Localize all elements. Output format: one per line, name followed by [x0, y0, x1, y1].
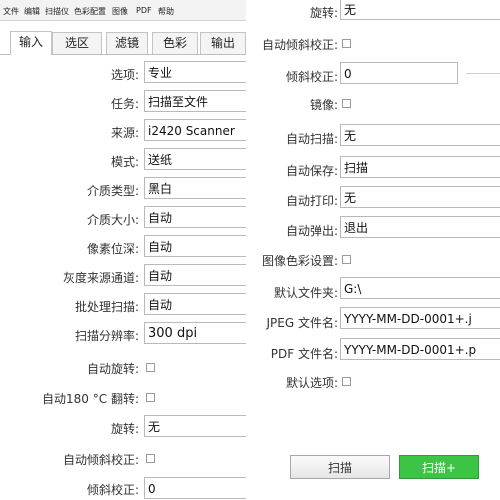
auto-deskew-label-2: 自动倾斜校正:: [261, 38, 338, 52]
rotate-select-2[interactable]: 无: [340, 0, 500, 20]
deskew-input[interactable]: 0: [144, 477, 246, 499]
image-color-label: 图像色彩设置:: [261, 254, 338, 268]
option-select[interactable]: 专业: [144, 61, 246, 83]
pdf-filename-input[interactable]: YYYY-MM-DD-0001+.p: [340, 338, 500, 360]
panel-divider: [246, 0, 254, 500]
auto-scan-select[interactable]: 无: [340, 124, 500, 146]
menu-pdf[interactable]: PDF: [136, 6, 152, 15]
task-label: 任务:: [110, 97, 139, 111]
mirror-checkbox[interactable]: [342, 99, 351, 108]
scan-plus-button[interactable]: 扫描+: [399, 455, 479, 479]
source-label: 来源:: [110, 126, 139, 140]
auto-save-select[interactable]: 扫描: [340, 156, 500, 178]
mode-select[interactable]: 送纸: [144, 148, 246, 170]
jpeg-filename-label: JPEG 文件名:: [266, 316, 338, 330]
auto-rotate-label: 自动旋转:: [86, 362, 139, 376]
auto-eject-label: 自动弹出:: [285, 224, 338, 238]
bit-depth-select[interactable]: 自动: [144, 235, 246, 257]
media-type-label: 介质类型:: [86, 184, 139, 198]
task-select[interactable]: 扫描至文件: [144, 90, 246, 112]
menu-bar: 文件 编辑 扫描仪 色彩配置 图像 PDF 帮助: [0, 0, 246, 21]
auto-flip-checkbox[interactable]: [146, 393, 155, 402]
auto-scan-label: 自动扫描:: [285, 132, 338, 146]
deskew-label: 倾斜校正:: [86, 483, 139, 497]
mode-label: 模式:: [110, 155, 139, 169]
source-select[interactable]: i2420 Scanner: [144, 119, 246, 141]
menu-edit[interactable]: 编辑: [24, 6, 40, 17]
media-size-label: 介质大小:: [86, 213, 139, 227]
auto-print-label: 自动打印:: [285, 194, 338, 208]
rotate-label: 旋转:: [110, 422, 139, 436]
auto-flip-label: 自动180 °C 翻转:: [42, 392, 139, 406]
mirror-label: 镜像:: [309, 98, 338, 112]
default-options-checkbox[interactable]: [342, 377, 351, 386]
button-bar: 扫描 扫描+: [254, 450, 500, 500]
menu-help[interactable]: 帮助: [158, 6, 174, 17]
right-settings-panel: 旋转: 无 自动倾斜校正: 倾斜校正: 0 镜像: 自动扫描: 无 自动保存: …: [254, 0, 500, 500]
auto-eject-select[interactable]: 退出: [340, 216, 500, 238]
auto-rotate-checkbox[interactable]: [146, 363, 155, 372]
media-size-select[interactable]: 自动: [144, 206, 246, 228]
media-type-select[interactable]: 黑白: [144, 177, 246, 199]
gray-channel-select[interactable]: 自动: [144, 264, 246, 286]
batch-scan-label: 批处理扫描:: [74, 300, 139, 314]
menu-color[interactable]: 色彩配置: [74, 6, 106, 17]
batch-scan-select[interactable]: 自动: [144, 293, 246, 315]
default-options-label: 默认选项:: [285, 376, 338, 390]
tab-color[interactable]: 色彩: [152, 32, 198, 54]
menu-file[interactable]: 文件: [3, 6, 19, 17]
tab-filter[interactable]: 滤镜: [106, 32, 148, 54]
menu-image[interactable]: 图像: [112, 6, 128, 17]
resolution-label: 扫描分辨率:: [74, 329, 139, 343]
jpeg-filename-input[interactable]: YYYY-MM-DD-0001+.j: [340, 307, 500, 329]
deskew-slider-track[interactable]: [466, 73, 500, 74]
default-folder-input[interactable]: G:\: [340, 277, 500, 299]
pdf-filename-label: PDF 文件名:: [270, 347, 338, 361]
tab-bar: 输入 选区 滤镜 色彩 输出: [0, 30, 246, 55]
rotate-select[interactable]: 无: [144, 415, 246, 437]
tab-input[interactable]: 输入: [10, 31, 52, 55]
option-label: 选项:: [110, 68, 139, 82]
deskew-label-2: 倾斜校正:: [285, 70, 338, 84]
auto-deskew-label: 自动倾斜校正:: [62, 453, 139, 467]
auto-save-label: 自动保存:: [285, 164, 338, 178]
tab-output[interactable]: 输出: [200, 32, 246, 54]
scan-button[interactable]: 扫描: [290, 455, 390, 479]
default-folder-label: 默认文件夹:: [273, 286, 338, 300]
auto-print-select[interactable]: 无: [340, 186, 500, 208]
bit-depth-label: 像素位深:: [86, 242, 139, 256]
auto-deskew-checkbox[interactable]: [146, 454, 155, 463]
deskew-input-2[interactable]: 0: [340, 62, 458, 84]
tab-region[interactable]: 选区: [52, 32, 102, 54]
rotate-label-2: 旋转:: [309, 6, 338, 20]
left-settings-panel: 文件 编辑 扫描仪 色彩配置 图像 PDF 帮助 输入 选区 滤镜 色彩 输出 …: [0, 0, 246, 500]
auto-deskew-checkbox-2[interactable]: [342, 39, 351, 48]
gray-channel-label: 灰度来源通道:: [62, 271, 139, 285]
image-color-checkbox[interactable]: [342, 255, 351, 264]
resolution-select[interactable]: 300 dpi: [144, 322, 246, 344]
menu-scanner[interactable]: 扫描仪: [45, 6, 69, 17]
